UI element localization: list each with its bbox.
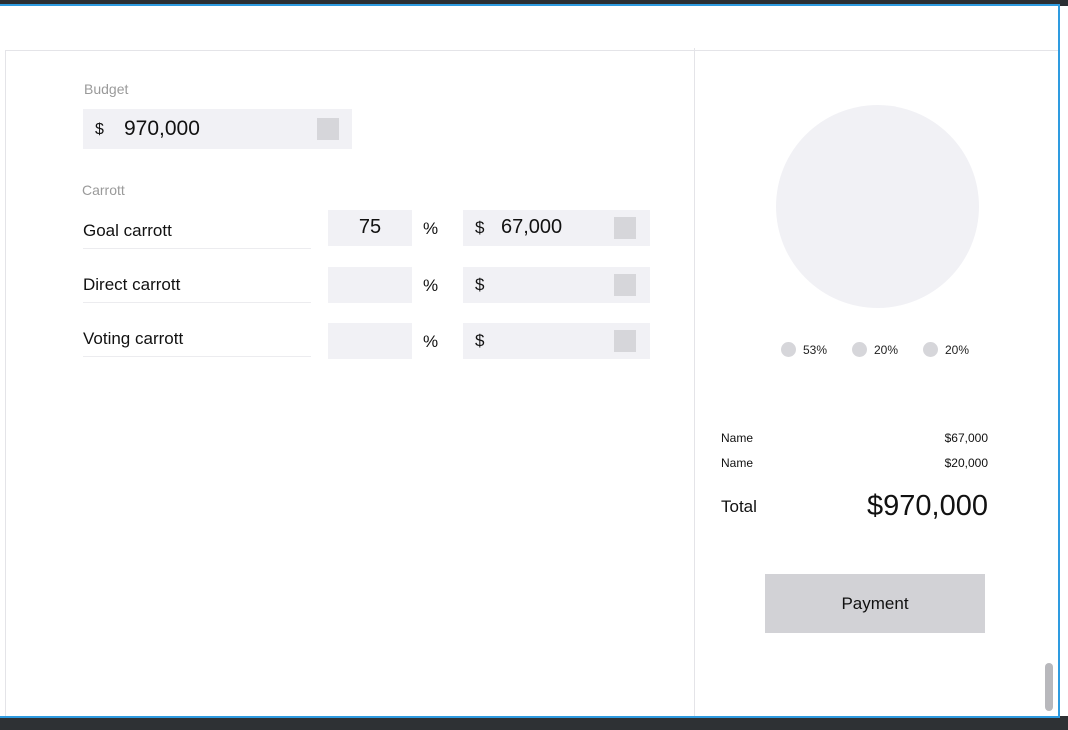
percent-input[interactable]	[328, 323, 412, 359]
total-label: Total	[721, 497, 757, 516]
panel-divider	[694, 48, 695, 716]
summary-item-name: Name	[721, 456, 754, 470]
selection-border-top	[0, 4, 1060, 6]
percent-input[interactable]	[328, 267, 412, 303]
window-bottom-bar	[0, 716, 1068, 730]
payment-button[interactable]: Payment	[765, 574, 985, 633]
selection-border-right	[1058, 4, 1060, 718]
amount-input[interactable]: $	[463, 323, 650, 359]
legend-dot-icon	[923, 342, 938, 357]
row-label: Goal carrott	[83, 221, 172, 240]
row-underline	[83, 302, 311, 303]
amount-currency: $	[475, 218, 485, 237]
amount-input[interactable]: $ 67,000	[463, 210, 650, 246]
left-divider	[5, 50, 6, 716]
selection-border-bottom	[0, 716, 1060, 718]
scrollbar-thumb[interactable]	[1045, 663, 1053, 711]
row-label: Voting carrott	[83, 329, 184, 348]
amount-currency: $	[475, 275, 485, 294]
pie-chart-placeholder	[776, 105, 979, 308]
summary-item-name: Name	[721, 431, 754, 445]
total-value: $970,000	[867, 490, 988, 522]
legend-dot-icon	[781, 342, 796, 357]
budget-currency: $	[95, 121, 104, 138]
amount-placeholder-icon[interactable]	[614, 274, 636, 296]
legend-text: 53%	[803, 343, 828, 357]
amount-placeholder-icon[interactable]	[614, 330, 636, 352]
budget-placeholder-icon[interactable]	[317, 118, 339, 140]
amount-input[interactable]: $	[463, 267, 650, 303]
percent-input[interactable]: 75	[328, 210, 412, 246]
summary-item-amount: $67,000	[944, 431, 988, 445]
summary-item-amount: $20,000	[944, 456, 988, 470]
percent-sign: %	[423, 332, 439, 351]
row-underline	[83, 356, 311, 357]
budget-value: 970,000	[124, 117, 200, 140]
amount-currency: $	[475, 331, 485, 350]
budget-label: Budget	[84, 81, 129, 97]
legend-text: 20%	[874, 343, 899, 357]
header-divider	[6, 50, 1058, 51]
legend-dot-icon	[852, 342, 867, 357]
amount-placeholder-icon[interactable]	[614, 217, 636, 239]
percent-sign: %	[423, 219, 439, 238]
carrott-label: Carrott	[82, 182, 125, 198]
legend-text: 20%	[945, 343, 970, 357]
percent-sign: %	[423, 276, 439, 295]
row-label: Direct carrott	[83, 275, 181, 294]
budget-input[interactable]: $ 970,000	[83, 109, 352, 149]
amount-value: 67,000	[501, 216, 563, 238]
row-underline	[83, 248, 311, 249]
